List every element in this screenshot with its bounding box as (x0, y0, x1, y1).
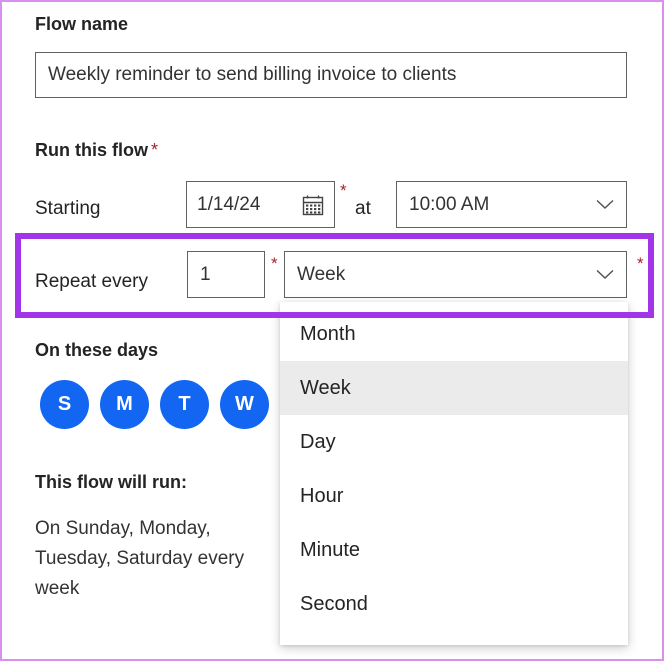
repeat-every-label: Repeat every (35, 271, 148, 293)
frequency-option-month[interactable]: Month (280, 307, 628, 361)
day-toggle-wednesday[interactable]: W (220, 380, 269, 429)
calendar-icon[interactable] (302, 194, 324, 216)
starting-date-field[interactable]: 1/14/24 (186, 181, 335, 228)
flow-name-label: Flow name (35, 14, 128, 35)
flow-name-input[interactable] (35, 52, 627, 98)
day-toggle-monday[interactable]: M (100, 380, 149, 429)
run-this-flow-label: Run this flow* (35, 140, 158, 161)
chevron-down-icon[interactable] (596, 199, 614, 210)
frequency-option-second[interactable]: Second (280, 577, 628, 631)
repeat-count-input[interactable]: 1 (187, 251, 265, 298)
frequency-option-hour[interactable]: Hour (280, 469, 628, 523)
starting-date-value: 1/14/24 (197, 194, 260, 216)
on-these-days-label: On these days (35, 340, 158, 361)
frequency-option-week[interactable]: Week (280, 361, 628, 415)
frequency-required-asterisk: * (637, 255, 644, 272)
frequency-option-minute[interactable]: Minute (280, 523, 628, 577)
day-toggle-tuesday[interactable]: T (160, 380, 209, 429)
flow-will-run-summary: On Sunday, Monday, Tuesday, Saturday eve… (35, 514, 281, 604)
flow-will-run-heading: This flow will run: (35, 472, 187, 493)
starting-date-required-asterisk: * (340, 182, 347, 199)
frequency-dropdown-panel: Month Week Day Hour Minute Second (280, 302, 628, 645)
frequency-combobox[interactable]: Week (284, 251, 627, 298)
starting-time-dropdown[interactable]: 10:00 AM (396, 181, 627, 228)
frequency-option-day[interactable]: Day (280, 415, 628, 469)
chevron-down-icon[interactable] (596, 269, 614, 280)
day-toggle-group: S M T W (40, 380, 269, 429)
run-this-flow-text: Run this flow (35, 140, 148, 160)
flow-schedule-panel: Flow name Run this flow* Starting 1/14/2… (0, 0, 664, 661)
starting-time-value: 10:00 AM (409, 194, 489, 216)
repeat-count-required-asterisk: * (271, 255, 278, 272)
required-asterisk: * (151, 140, 158, 160)
repeat-count-value: 1 (200, 264, 211, 286)
at-label: at (355, 198, 371, 220)
frequency-selected-value: Week (297, 264, 345, 286)
day-toggle-sunday[interactable]: S (40, 380, 89, 429)
starting-label: Starting (35, 198, 100, 220)
